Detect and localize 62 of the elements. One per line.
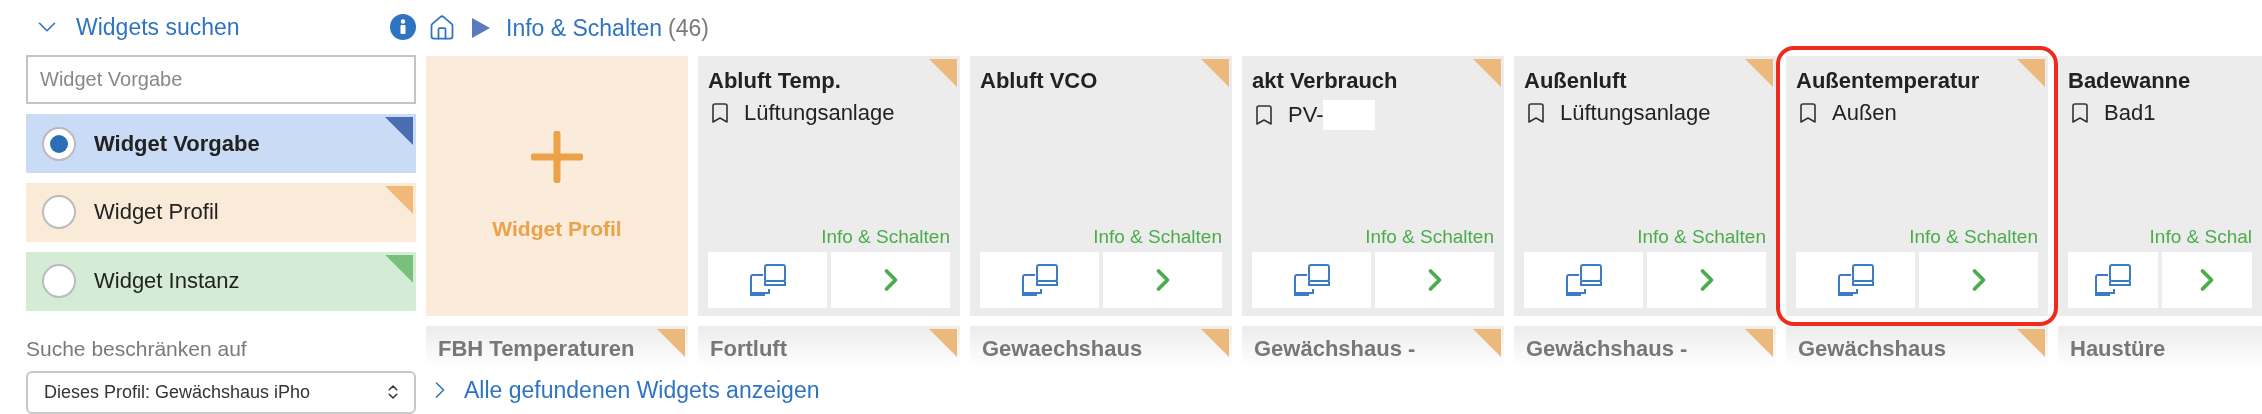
screens-icon bbox=[2094, 263, 2132, 297]
card-title: Außenluft bbox=[1524, 68, 1628, 94]
screens-icon bbox=[1292, 263, 1331, 297]
details-button[interactable] bbox=[1796, 252, 1915, 308]
option-label: Widget Vorgabe bbox=[94, 130, 260, 157]
details-button[interactable] bbox=[708, 252, 827, 308]
option-label: Widget Profil bbox=[94, 199, 219, 226]
widget-card[interactable]: Badewanne Bad1 Info & Schal bbox=[2058, 56, 2262, 316]
card-title: Badewanne bbox=[2068, 68, 2192, 94]
details-button[interactable] bbox=[1252, 252, 1371, 308]
card-title: Gewächshaus - bbox=[1526, 336, 1688, 361]
play-icon bbox=[470, 16, 492, 40]
option-label: Widget Instanz bbox=[94, 268, 240, 295]
screens-icon bbox=[748, 263, 787, 297]
widget-card[interactable]: Außentemperatur Außen Info & Schalten bbox=[1786, 56, 2048, 316]
card-category: Info & Schal bbox=[2149, 226, 2252, 248]
card-title: Abluft Temp. bbox=[708, 68, 842, 94]
card-category: Info & Schalten bbox=[1909, 226, 2038, 248]
card-location: Außen bbox=[1832, 100, 1897, 126]
card-title: akt Verbrauch bbox=[1252, 68, 1399, 94]
info-icon[interactable] bbox=[390, 14, 416, 41]
screens-icon bbox=[1836, 263, 1875, 297]
widget-type-option[interactable]: Widget Instanz bbox=[26, 251, 416, 311]
card-title: Gewaechshaus bbox=[982, 336, 1143, 361]
details-button[interactable] bbox=[2068, 252, 2158, 308]
restrict-label: Suche beschränken auf bbox=[26, 336, 248, 361]
card-location: Lüftungsanlage bbox=[744, 100, 895, 126]
card-category: Info & Schalten bbox=[1093, 226, 1222, 248]
show-all-link[interactable]: Alle gefundenen Widgets anzeigen bbox=[426, 376, 820, 404]
card-category: Info & Schalten bbox=[1365, 226, 1494, 248]
card-location: Bad1 bbox=[2104, 100, 2156, 126]
card-title: Abluft VCO bbox=[980, 68, 1099, 94]
card-title: Außentemperatur bbox=[1796, 68, 1981, 94]
profile-select[interactable]: Dieses Profil: Gewächshaus iPho bbox=[26, 370, 416, 414]
screens-icon bbox=[1564, 263, 1603, 297]
card-title: Gewächshaus bbox=[1798, 336, 1946, 361]
widget-type-option[interactable]: Widget Profil bbox=[26, 182, 416, 242]
radio-button[interactable] bbox=[42, 126, 76, 161]
radio-button[interactable] bbox=[42, 264, 76, 299]
plus-icon bbox=[531, 131, 583, 183]
result-count: (46) bbox=[668, 14, 709, 42]
card-title: FBH Temperaturen bbox=[438, 336, 635, 361]
widget-card[interactable]: Abluft Temp. Lüftungsanlage Info & Schalten bbox=[698, 56, 960, 316]
card-category: Info & Schalten bbox=[1637, 226, 1766, 248]
home-icon[interactable] bbox=[428, 14, 456, 42]
widget-card[interactable]: akt Verbrauch PV- Info & Schalten bbox=[1242, 56, 1504, 316]
widget-type-option[interactable]: Widget Vorgabe bbox=[26, 114, 416, 173]
details-button[interactable] bbox=[1524, 252, 1643, 308]
card-title: Gewächshaus - bbox=[1254, 336, 1416, 361]
card-title: Fortluft bbox=[710, 336, 787, 361]
radio-button[interactable] bbox=[42, 195, 76, 230]
card-location: Lüftungsanlage bbox=[1560, 100, 1711, 126]
card-location: PV- bbox=[1288, 102, 1324, 128]
panel-title: Widgets suchen bbox=[76, 13, 241, 41]
card-title: Haustüre bbox=[2070, 336, 2166, 361]
search-field[interactable]: Widget Vorgabe bbox=[26, 54, 416, 105]
screens-icon bbox=[1020, 263, 1059, 297]
widget-card[interactable]: Abluft VCO Info & Schalten bbox=[970, 56, 1232, 316]
widget-card[interactable]: Außenluft Lüftungsanlage Info & Schalten bbox=[1514, 56, 1776, 316]
details-button[interactable] bbox=[980, 252, 1099, 308]
breadcrumb-link[interactable]: Info & Schalten bbox=[506, 14, 662, 42]
card-category: Info & Schalten bbox=[821, 226, 950, 248]
